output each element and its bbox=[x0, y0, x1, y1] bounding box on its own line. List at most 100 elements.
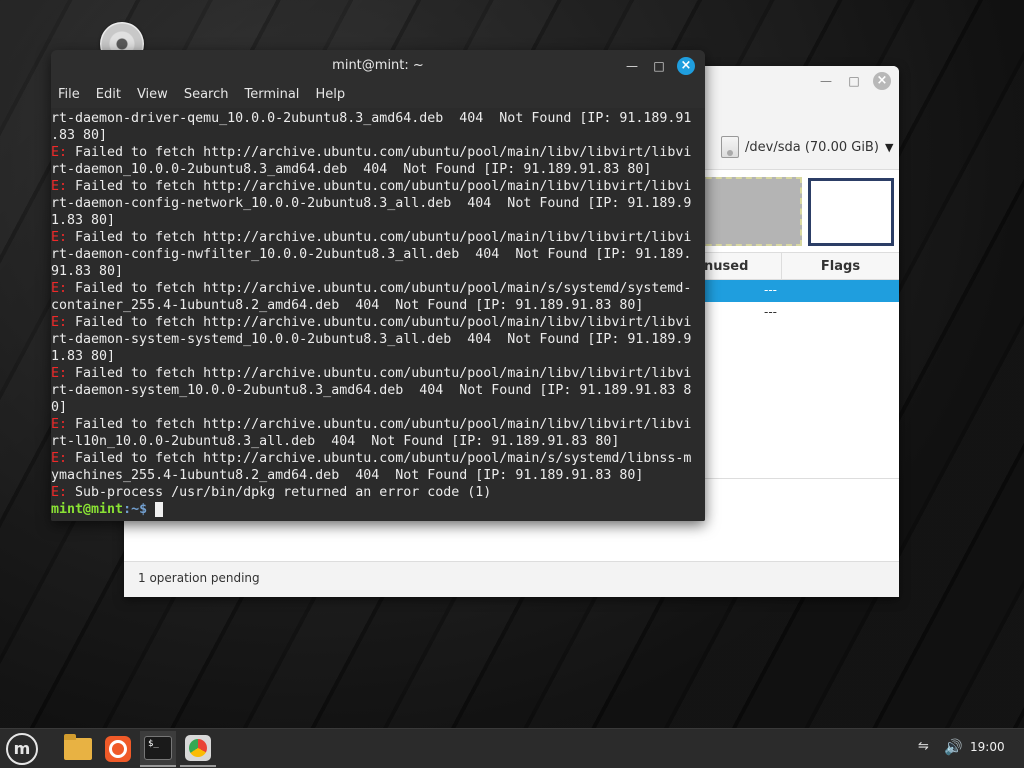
line-text: Failed to fetch http://archive.ubuntu.co… bbox=[67, 230, 692, 245]
terminal-line: rt-daemon-config-nwfilter_10.0.0-2ubuntu… bbox=[51, 246, 705, 263]
flags-cell: --- bbox=[764, 305, 777, 319]
line-text: ymachines_255.4-1ubuntu8.2_amd64.deb 404… bbox=[51, 468, 644, 483]
terminal-line: 1.83 80] bbox=[51, 348, 705, 365]
line-text: .83 80] bbox=[51, 128, 108, 143]
terminal-line: 0] bbox=[51, 399, 705, 416]
chevron-down-icon: ▼ bbox=[884, 140, 894, 154]
partition-selected[interactable] bbox=[808, 178, 894, 246]
terminal-menubar: File Edit View Search Terminal Help bbox=[51, 82, 705, 108]
line-text: rt-daemon-config-nwfilter_10.0.0-2ubuntu… bbox=[51, 247, 692, 262]
prompt-line: mint@mint:~$ bbox=[51, 501, 705, 518]
line-text: 91.83 80] bbox=[51, 264, 124, 279]
maximize-icon[interactable]: □ bbox=[650, 57, 668, 75]
taskbar: m $_ ⇋ 🔊 19:00 bbox=[0, 728, 1024, 768]
close-icon[interactable]: × bbox=[873, 72, 891, 90]
terminal-titlebar[interactable]: mint@mint: ~ — □ × bbox=[51, 50, 705, 82]
volume-icon[interactable]: 🔊 bbox=[944, 738, 963, 756]
terminal-line: ymachines_255.4-1ubuntu8.2_amd64.deb 404… bbox=[51, 467, 705, 484]
error-prefix: E: bbox=[51, 451, 68, 466]
column-flags[interactable]: Flags bbox=[781, 253, 899, 280]
terminal-line: rt-l10n_10.0.0-2ubuntu8.3_all.deb 404 No… bbox=[51, 433, 705, 450]
terminal-line: E: Failed to fetch http://archive.ubuntu… bbox=[51, 229, 705, 246]
terminal-window[interactable]: mint@mint: ~ — □ × File Edit View Search… bbox=[51, 50, 705, 521]
terminal-output[interactable]: rt-daemon-driver-qemu_10.0.0-2ubuntu8.3_… bbox=[51, 108, 705, 521]
prompt-path: :~$ bbox=[123, 502, 156, 517]
minimize-icon[interactable]: — bbox=[817, 72, 835, 90]
text-cursor bbox=[155, 501, 164, 517]
line-text: Failed to fetch http://archive.ubuntu.co… bbox=[67, 315, 692, 330]
terminal-line: E: Failed to fetch http://archive.ubuntu… bbox=[51, 450, 705, 467]
menu-help[interactable]: Help bbox=[315, 82, 353, 108]
terminal-line: E: Failed to fetch http://archive.ubuntu… bbox=[51, 144, 705, 161]
menu-terminal[interactable]: Terminal bbox=[244, 82, 307, 108]
line-text: rt-daemon-config-network_10.0.0-2ubuntu8… bbox=[51, 196, 692, 211]
menu-search[interactable]: Search bbox=[184, 82, 237, 108]
terminal-line: E: Failed to fetch http://archive.ubuntu… bbox=[51, 314, 705, 331]
start-menu-icon[interactable]: m bbox=[6, 733, 38, 765]
line-text: rt-daemon-system-systemd_10.0.0-2ubuntu8… bbox=[51, 332, 692, 347]
terminal-line: E: Sub-process /usr/bin/dpkg returned an… bbox=[51, 484, 705, 501]
output-lines: rt-daemon-driver-qemu_10.0.0-2ubuntu8.3_… bbox=[51, 110, 705, 501]
terminal-line: rt-daemon-system-systemd_10.0.0-2ubuntu8… bbox=[51, 331, 705, 348]
taskbar-terminal[interactable]: $_ bbox=[140, 731, 176, 767]
terminal-line: E: Failed to fetch http://archive.ubuntu… bbox=[51, 416, 705, 433]
terminal-line: E: Failed to fetch http://archive.ubuntu… bbox=[51, 178, 705, 195]
error-prefix: E: bbox=[51, 485, 68, 500]
line-text: Failed to fetch http://archive.ubuntu.co… bbox=[67, 145, 692, 160]
terminal-icon: $_ bbox=[144, 736, 172, 760]
terminal-line: .83 80] bbox=[51, 127, 705, 144]
clock[interactable]: 19:00 bbox=[970, 740, 1005, 754]
prompt-user: mint@mint bbox=[51, 502, 124, 517]
menu-view[interactable]: View bbox=[137, 82, 176, 108]
taskbar-firefox[interactable] bbox=[100, 731, 136, 767]
line-text: 1.83 80] bbox=[51, 213, 116, 228]
gparted-icon bbox=[185, 735, 211, 761]
line-text: Sub-process /usr/bin/dpkg returned an er… bbox=[67, 485, 492, 500]
menu-edit[interactable]: Edit bbox=[96, 82, 129, 108]
device-label: /dev/sda (70.00 GiB) bbox=[745, 139, 879, 155]
line-text: Failed to fetch http://archive.ubuntu.co… bbox=[67, 366, 692, 381]
minimize-icon[interactable]: — bbox=[623, 57, 641, 75]
error-prefix: E: bbox=[51, 145, 68, 160]
window-title: mint@mint: ~ bbox=[332, 58, 424, 73]
firefox-icon bbox=[105, 736, 131, 762]
error-prefix: E: bbox=[51, 281, 68, 296]
terminal-line: rt-daemon-system_10.0.0-2ubuntu8.3_amd64… bbox=[51, 382, 705, 399]
network-icon[interactable]: ⇋ bbox=[918, 739, 936, 757]
error-prefix: E: bbox=[51, 230, 68, 245]
terminal-line: rt-daemon-config-network_10.0.0-2ubuntu8… bbox=[51, 195, 705, 212]
terminal-line: E: Failed to fetch http://archive.ubuntu… bbox=[51, 280, 705, 297]
status-text: 1 operation pending bbox=[138, 571, 260, 585]
taskbar-gparted[interactable] bbox=[180, 731, 216, 767]
line-text: 1.83 80] bbox=[51, 349, 116, 364]
error-prefix: E: bbox=[51, 366, 68, 381]
line-text: container_255.4-1ubuntu8.2_amd64.deb 404… bbox=[51, 298, 644, 313]
terminal-line: rt-daemon-driver-qemu_10.0.0-2ubuntu8.3_… bbox=[51, 110, 705, 127]
error-prefix: E: bbox=[51, 417, 68, 432]
line-text: rt-daemon_10.0.0-2ubuntu8.3_amd64.deb 40… bbox=[51, 162, 652, 177]
menu-file[interactable]: File bbox=[58, 82, 88, 108]
terminal-line: container_255.4-1ubuntu8.2_amd64.deb 404… bbox=[51, 297, 705, 314]
column-unused[interactable]: nused bbox=[704, 259, 748, 274]
line-text: Failed to fetch http://archive.ubuntu.co… bbox=[67, 179, 692, 194]
line-text: Failed to fetch http://archive.ubuntu.co… bbox=[67, 417, 692, 432]
taskbar-files[interactable] bbox=[60, 731, 96, 767]
line-text: rt-daemon-system_10.0.0-2ubuntu8.3_amd64… bbox=[51, 383, 692, 398]
line-text: Failed to fetch http://archive.ubuntu.co… bbox=[67, 451, 692, 466]
maximize-icon[interactable]: □ bbox=[845, 72, 863, 90]
flags-cell: --- bbox=[764, 283, 777, 297]
line-text: rt-daemon-driver-qemu_10.0.0-2ubuntu8.3_… bbox=[51, 111, 692, 126]
close-icon[interactable]: × bbox=[677, 57, 695, 75]
terminal-line: 91.83 80] bbox=[51, 263, 705, 280]
device-selector[interactable]: /dev/sda (70.00 GiB) ▼ bbox=[721, 127, 897, 167]
line-text: rt-l10n_10.0.0-2ubuntu8.3_all.deb 404 No… bbox=[51, 434, 620, 449]
terminal-line: 1.83 80] bbox=[51, 212, 705, 229]
harddisk-icon bbox=[721, 136, 739, 158]
folder-icon bbox=[64, 734, 92, 760]
line-text: 0] bbox=[51, 400, 68, 415]
terminal-line: rt-daemon_10.0.0-2ubuntu8.3_amd64.deb 40… bbox=[51, 161, 705, 178]
status-bar: 1 operation pending bbox=[124, 561, 899, 597]
line-text: Failed to fetch http://archive.ubuntu.co… bbox=[67, 281, 692, 296]
error-prefix: E: bbox=[51, 179, 68, 194]
terminal-line: E: Failed to fetch http://archive.ubuntu… bbox=[51, 365, 705, 382]
